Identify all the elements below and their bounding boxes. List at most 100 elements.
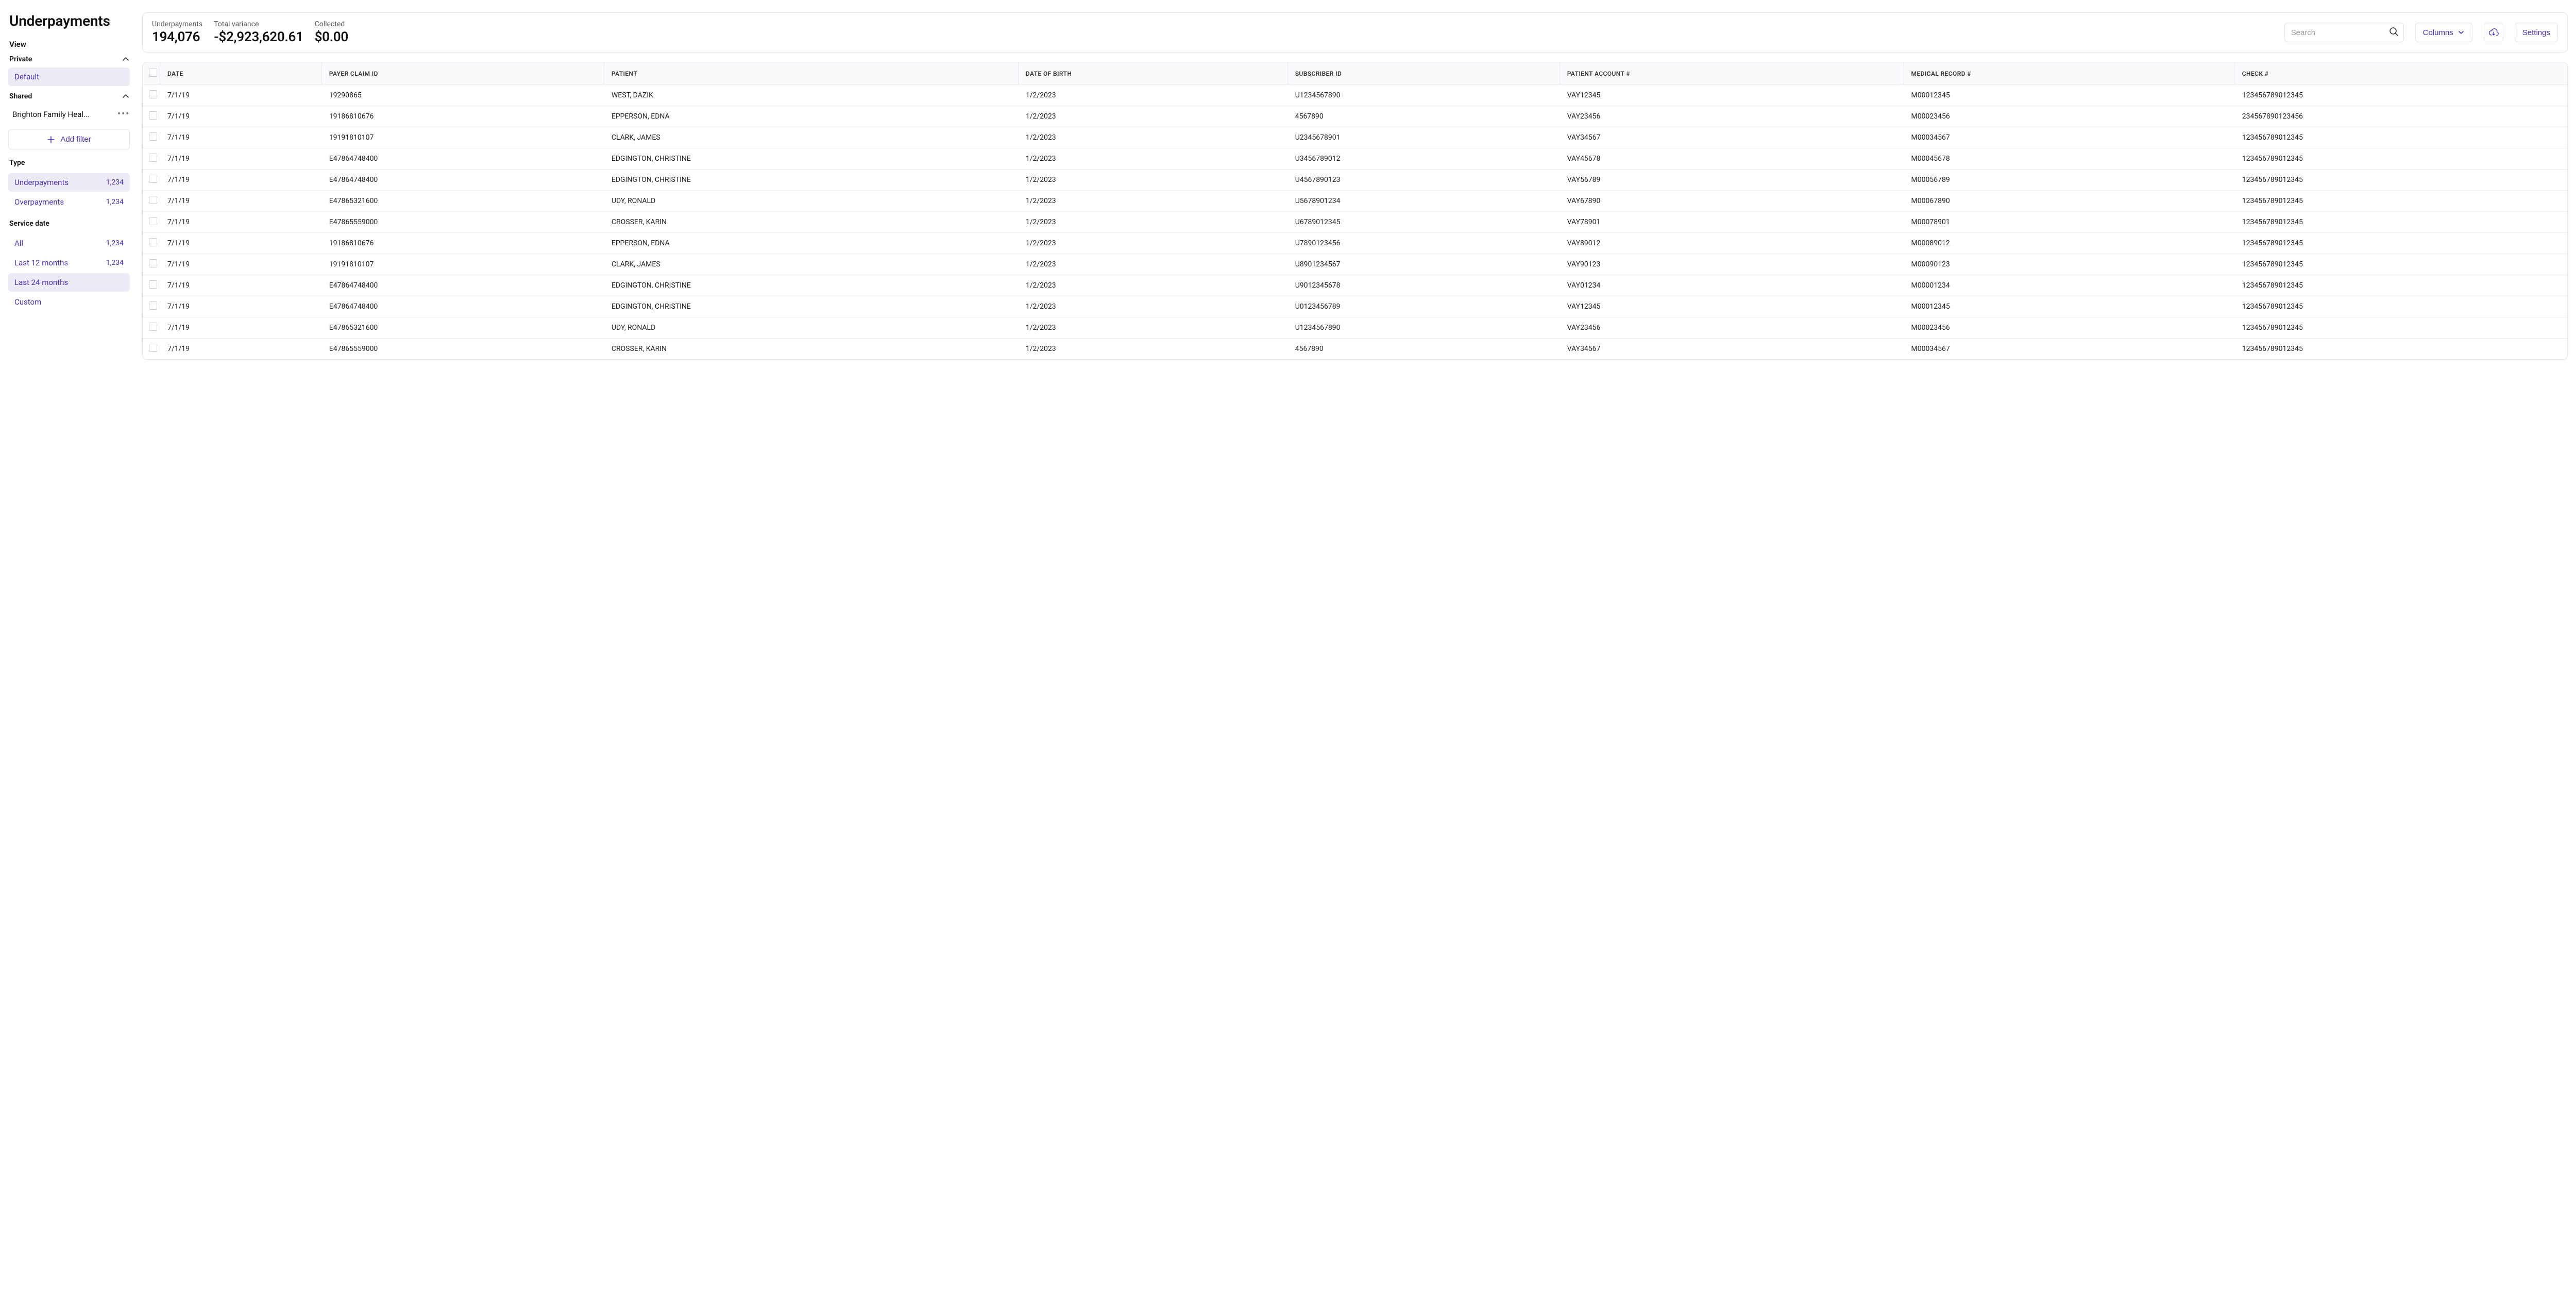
- download-button[interactable]: [2484, 23, 2503, 42]
- select-all-checkbox[interactable]: [149, 69, 157, 77]
- table-cell: 7/1/19: [160, 85, 322, 106]
- table-cell: 19186810676: [322, 106, 604, 127]
- table-row[interactable]: 7/1/19E47865559000CROSSER, KARIN1/2/2023…: [143, 212, 2567, 233]
- table-cell: U8901234567: [1288, 254, 1560, 275]
- service-date-filter-item[interactable]: Last 12 months1,234: [8, 254, 130, 272]
- table-cell: 123456789012345: [2235, 254, 2567, 275]
- table-cell: 1/2/2023: [1019, 191, 1288, 212]
- plus-icon: [47, 136, 55, 144]
- table-row[interactable]: 7/1/19E47865321600UDY, RONALD1/2/2023U12…: [143, 317, 2567, 339]
- table-cell: 234567890123456: [2235, 106, 2567, 127]
- row-checkbox[interactable]: [149, 323, 157, 331]
- type-filter-item[interactable]: Underpayments1,234: [8, 173, 130, 192]
- service-date-filter-item[interactable]: Last 24 months: [8, 273, 130, 292]
- column-header[interactable]: MEDICAL RECORD #: [1904, 62, 2235, 85]
- type-filter-item[interactable]: Overpayments1,234: [8, 193, 130, 211]
- table-row[interactable]: 7/1/1919186810676EPPERSON, EDNA1/2/20234…: [143, 106, 2567, 127]
- search-input[interactable]: [2284, 23, 2404, 42]
- table-cell: 7/1/19: [160, 127, 322, 148]
- row-checkbox[interactable]: [149, 238, 157, 246]
- row-checkbox[interactable]: [149, 175, 157, 183]
- column-header[interactable]: CHECK #: [2235, 62, 2567, 85]
- column-header[interactable]: PAYER CLAIM ID: [322, 62, 604, 85]
- table-cell: M00045678: [1904, 148, 2235, 170]
- table-cell: 123456789012345: [2235, 275, 2567, 296]
- table-cell: 7/1/19: [160, 339, 322, 359]
- row-checkbox[interactable]: [149, 111, 157, 120]
- table-cell: M00078901: [1904, 212, 2235, 233]
- table-row[interactable]: 7/1/19E47864748400EDGINGTON, CHRISTINE1/…: [143, 148, 2567, 170]
- row-select-cell: [143, 191, 160, 212]
- table-cell: M00034567: [1904, 127, 2235, 148]
- table-cell: VAY23456: [1560, 317, 1904, 339]
- table-cell: E47865559000: [322, 339, 604, 359]
- table-cell: VAY45678: [1560, 148, 1904, 170]
- row-checkbox[interactable]: [149, 217, 157, 225]
- table-row[interactable]: 7/1/1919191810107CLARK, JAMES1/2/2023U89…: [143, 254, 2567, 275]
- table-cell: 7/1/19: [160, 317, 322, 339]
- column-header[interactable]: PATIENT: [604, 62, 1019, 85]
- column-header[interactable]: DATE: [160, 62, 322, 85]
- column-header[interactable]: DATE OF BIRTH: [1019, 62, 1288, 85]
- table-cell: 1/2/2023: [1019, 106, 1288, 127]
- table-cell: 7/1/19: [160, 106, 322, 127]
- table-cell: VAY23456: [1560, 106, 1904, 127]
- table-cell: CROSSER, KARIN: [604, 339, 1019, 359]
- stat-collected-label: Collected: [315, 20, 348, 28]
- column-header[interactable]: PATIENT ACCOUNT #: [1560, 62, 1904, 85]
- row-select-cell: [143, 317, 160, 339]
- settings-label: Settings: [2522, 28, 2550, 37]
- table-cell: CROSSER, KARIN: [604, 212, 1019, 233]
- service-date-filter-item[interactable]: Custom: [8, 293, 130, 311]
- add-filter-button[interactable]: Add filter: [8, 129, 130, 149]
- column-header[interactable]: SUBSCRIBER ID: [1288, 62, 1560, 85]
- row-checkbox[interactable]: [149, 154, 157, 162]
- row-checkbox[interactable]: [149, 344, 157, 352]
- table-cell: 19290865: [322, 85, 604, 106]
- table-cell: M00090123: [1904, 254, 2235, 275]
- shared-view-item[interactable]: Brighton Family Heal... •••: [8, 105, 130, 124]
- table-cell: 123456789012345: [2235, 317, 2567, 339]
- table-row[interactable]: 7/1/19E47864748400EDGINGTON, CHRISTINE1/…: [143, 275, 2567, 296]
- table-row[interactable]: 7/1/19E47864748400EDGINGTON, CHRISTINE1/…: [143, 170, 2567, 191]
- settings-button[interactable]: Settings: [2515, 23, 2558, 42]
- table-cell: U1234567890: [1288, 85, 1560, 106]
- row-select-cell: [143, 254, 160, 275]
- shared-label: Shared: [9, 92, 32, 100]
- row-select-cell: [143, 148, 160, 170]
- row-checkbox[interactable]: [149, 301, 157, 310]
- table-row[interactable]: 7/1/1919186810676EPPERSON, EDNA1/2/2023U…: [143, 233, 2567, 254]
- table-cell: EDGINGTON, CHRISTINE: [604, 296, 1019, 317]
- table-row[interactable]: 7/1/1919191810107CLARK, JAMES1/2/2023U23…: [143, 127, 2567, 148]
- row-select-cell: [143, 170, 160, 191]
- shared-group-toggle[interactable]: Shared: [9, 92, 130, 100]
- table-cell: 4567890: [1288, 106, 1560, 127]
- row-checkbox[interactable]: [149, 132, 157, 141]
- row-select-cell: [143, 85, 160, 106]
- row-checkbox[interactable]: [149, 280, 157, 289]
- table-cell: 19191810107: [322, 127, 604, 148]
- table-row[interactable]: 7/1/19E47865559000CROSSER, KARIN1/2/2023…: [143, 339, 2567, 359]
- columns-button[interactable]: Columns: [2415, 23, 2472, 42]
- private-group-toggle[interactable]: Private: [9, 55, 130, 63]
- table-cell: VAY01234: [1560, 275, 1904, 296]
- table-row[interactable]: 7/1/1919290865WEST, DAZIK1/2/2023U123456…: [143, 85, 2567, 106]
- table-cell: 7/1/19: [160, 254, 322, 275]
- view-default[interactable]: Default: [8, 68, 130, 86]
- table-cell: 123456789012345: [2235, 85, 2567, 106]
- table-cell: EDGINGTON, CHRISTINE: [604, 148, 1019, 170]
- row-checkbox[interactable]: [149, 259, 157, 267]
- columns-label: Columns: [2423, 28, 2453, 37]
- table-cell: CLARK, JAMES: [604, 254, 1019, 275]
- service-date-filter-item[interactable]: All1,234: [8, 234, 130, 253]
- stat-variance-label: Total variance: [214, 20, 303, 28]
- more-icon[interactable]: •••: [117, 110, 128, 119]
- row-checkbox[interactable]: [149, 90, 157, 98]
- table-row[interactable]: 7/1/19E47865321600UDY, RONALD1/2/2023U56…: [143, 191, 2567, 212]
- table-cell: VAY12345: [1560, 85, 1904, 106]
- table-row[interactable]: 7/1/19E47864748400EDGINGTON, CHRISTINE1/…: [143, 296, 2567, 317]
- table-cell: M00089012: [1904, 233, 2235, 254]
- chevron-up-icon: [122, 92, 130, 100]
- row-checkbox[interactable]: [149, 196, 157, 204]
- table-cell: 123456789012345: [2235, 339, 2567, 359]
